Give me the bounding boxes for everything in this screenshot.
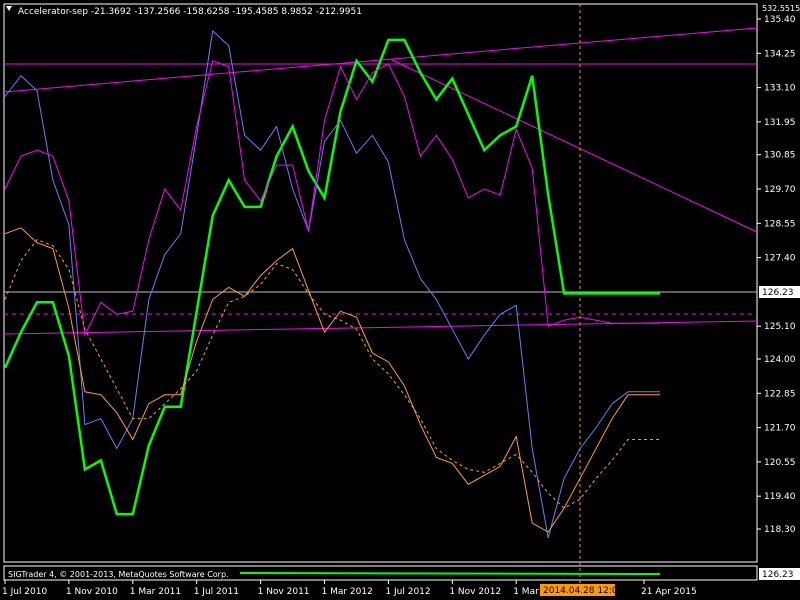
crosshair-date-label: 2014.04.28 12:00 [543, 586, 624, 596]
y-tick-label: 134.25 [764, 49, 796, 59]
sub-window-label: SIGTrader 4, © 2001-2013, MetaQuotes Sof… [8, 570, 229, 579]
y-tick-label: 121.70 [764, 424, 796, 434]
y-tick-label: 131.95 [764, 118, 796, 128]
y-tick-label: 127.40 [764, 254, 796, 264]
y-tick-label: 128.55 [764, 219, 796, 229]
y-tick-label: 122.85 [764, 389, 796, 399]
x-tick-label: 1 Nov 2012 [449, 587, 501, 597]
y-tick-label: 135.40 [764, 15, 796, 25]
x-tick-label: 1 Jul 2012 [385, 587, 430, 597]
x-tick-label: 21 Apr 2015 [641, 587, 697, 597]
sub-price-label: 126.23 [762, 570, 794, 580]
chart-canvas: 135.40 134.25 133.10 131.95 130.85 129.70 128.… [0, 0, 800, 600]
x-tick-label: 1 Mar 2012 [322, 587, 373, 597]
y-top-label: 532.5515 [762, 4, 800, 13]
indicator-title: Accelerator-sep -21.3692 -137.2566 -158.… [18, 7, 362, 17]
y-tick-label: 118.30 [764, 525, 796, 535]
y-tick-label: 124.00 [764, 355, 796, 365]
x-tick-label: 1 Nov 2011 [258, 587, 310, 597]
x-tick-label: 1 Nov 2010 [66, 587, 118, 597]
y-tick-label: 133.10 [764, 84, 796, 94]
x-tick-label: 1 Mar [513, 587, 539, 597]
y-tick-label: 129.70 [764, 185, 796, 195]
sub-window-green-line [239, 572, 661, 575]
x-tick-label: 1 Jul 2010 [2, 587, 47, 597]
y-tick-label: 120.55 [764, 458, 796, 468]
y-tick-label: 125.10 [764, 322, 796, 332]
x-tick-label: 1 Jul 2011 [194, 587, 239, 597]
x-tick-label: 1 Mar 2011 [130, 587, 181, 597]
y-tick-label: 119.40 [764, 492, 796, 502]
current-price-label: 126.23 [762, 288, 794, 298]
y-tick-label: 130.85 [764, 151, 796, 161]
